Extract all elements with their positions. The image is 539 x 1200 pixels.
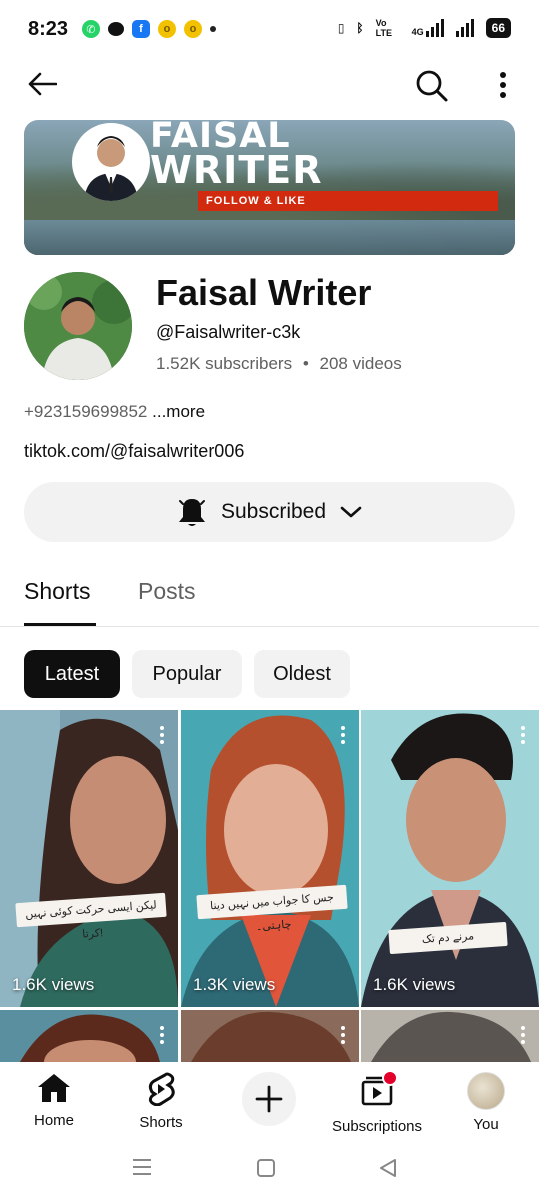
nav-shorts-label: Shorts [139,1114,183,1131]
create-button[interactable] [242,1072,296,1126]
banner-cta: FOLLOW & LIKE [198,191,498,211]
channel-stats: 1.52K subscribers • 208 videos [156,354,402,374]
coin-icon: o [158,20,176,38]
status-bar: 8:23 ✆ f o o ▯ ᛒ Vo LTE 4G 66 [0,0,539,60]
channel-handle: @Faisalwriter-c3k [156,322,301,342]
status-time: 8:23 [28,18,69,40]
short-item-6[interactable] [361,1010,539,1062]
short-more-icon[interactable] [521,1026,525,1044]
short-views: 1.3K views [193,975,276,994]
stats-separator: • [302,354,309,373]
notification-dot [382,1070,398,1086]
search-button[interactable] [412,66,452,106]
whatsapp-icon: ✆ [82,20,100,38]
short-more-icon[interactable] [521,726,525,744]
description-text: +923159699852 [24,402,148,421]
system-status-icons: ▯ ᛒ Vo LTE 4G 66 [338,18,511,38]
banner-water [24,220,515,255]
search-icon [416,70,448,102]
chip-oldest[interactable]: Oldest [254,650,350,698]
chevron-down-icon [340,506,362,518]
home-icon [38,1074,70,1102]
back-button[interactable] [24,66,60,102]
short-thumbnail [0,1010,178,1062]
volte-label: Vo LTE [375,18,392,38]
chip-latest[interactable]: Latest [24,650,120,698]
video-count: 208 videos [319,354,402,373]
short-thumbnail [0,710,178,1007]
subscribed-label: Subscribed [220,500,327,523]
short-thumbnail [361,1010,539,1062]
vibrate-icon: ▯ [337,21,345,35]
signal-4g-icon: 4G [412,19,444,37]
short-item-5[interactable] [181,1010,359,1062]
subscribed-button[interactable]: Subscribed [24,482,515,542]
short-item-3[interactable]: مرنے دم تک 1.6K views [361,710,539,1007]
signal-icon [455,19,474,37]
nav-you-label: You [473,1116,499,1133]
channel-banner: FAISAL WRITER FOLLOW & LIKE [24,120,515,255]
short-more-icon[interactable] [341,726,345,744]
short-more-icon[interactable] [160,1026,164,1044]
tab-shorts[interactable]: Shorts [24,578,90,605]
subscriptions-icon-wrap [360,1070,398,1110]
more-dot-icon [210,26,216,32]
short-item-1[interactable]: لیکن ایسی حرکت کوئی نہیں کرتا! 1.6K view… [0,710,178,1007]
bell-icon [178,499,205,526]
back-system-icon[interactable] [378,1158,398,1178]
nav-you[interactable]: You [436,1062,536,1140]
more-vertical-icon [500,72,506,98]
more-link[interactable]: ...more [152,402,205,421]
channel-link[interactable]: tiktok.com/@faisalwriter006 [24,441,244,462]
arrow-left-icon [28,72,57,96]
bluetooth-icon: ᛒ [356,21,364,35]
facebook-icon: f [132,20,150,38]
tab-divider [0,626,539,627]
system-navigation-bar [0,1140,539,1200]
subscriber-count: 1.52K subscribers [156,354,293,373]
nav-shorts[interactable]: Shorts [111,1062,211,1140]
short-thumbnail [181,1010,359,1062]
channel-description[interactable]: +923159699852 ...more [24,402,205,422]
short-thumbnail [361,710,539,1007]
chip-popular[interactable]: Popular [132,650,242,698]
short-more-icon[interactable] [341,1026,345,1044]
banner-title-line2: WRITER [150,148,323,192]
coin-icon: o [184,20,202,38]
battery-indicator: 66 [485,18,511,38]
short-thumbnail [181,710,359,1007]
tab-posts[interactable]: Posts [138,578,196,605]
chat-icon [108,22,124,36]
channel-name: Faisal Writer [156,272,372,313]
banner-avatar [72,123,150,201]
channel-avatar[interactable] [24,272,132,380]
home-system-icon[interactable] [256,1158,276,1178]
more-options-button[interactable] [490,68,516,102]
nav-subscriptions[interactable]: Subscriptions [327,1062,427,1140]
recents-icon[interactable] [132,1158,152,1176]
shorts-icon [148,1072,175,1106]
short-more-icon[interactable] [160,726,164,744]
network-type-label: 4G [411,27,424,37]
short-views: 1.6K views [373,975,456,994]
short-views: 1.6K views [12,975,95,994]
plus-icon [255,1085,283,1113]
nav-home-label: Home [33,1112,74,1129]
profile-avatar [467,1072,505,1110]
nav-home[interactable]: Home [4,1062,104,1140]
short-item-2[interactable]: جس کا جواب میں نہیں دینا چاہتی۔ 1.3K vie… [181,710,359,1007]
nav-subscriptions-label: Subscriptions [331,1118,423,1135]
short-item-4[interactable] [0,1010,178,1062]
notification-icons: ✆ f o o [82,20,216,38]
